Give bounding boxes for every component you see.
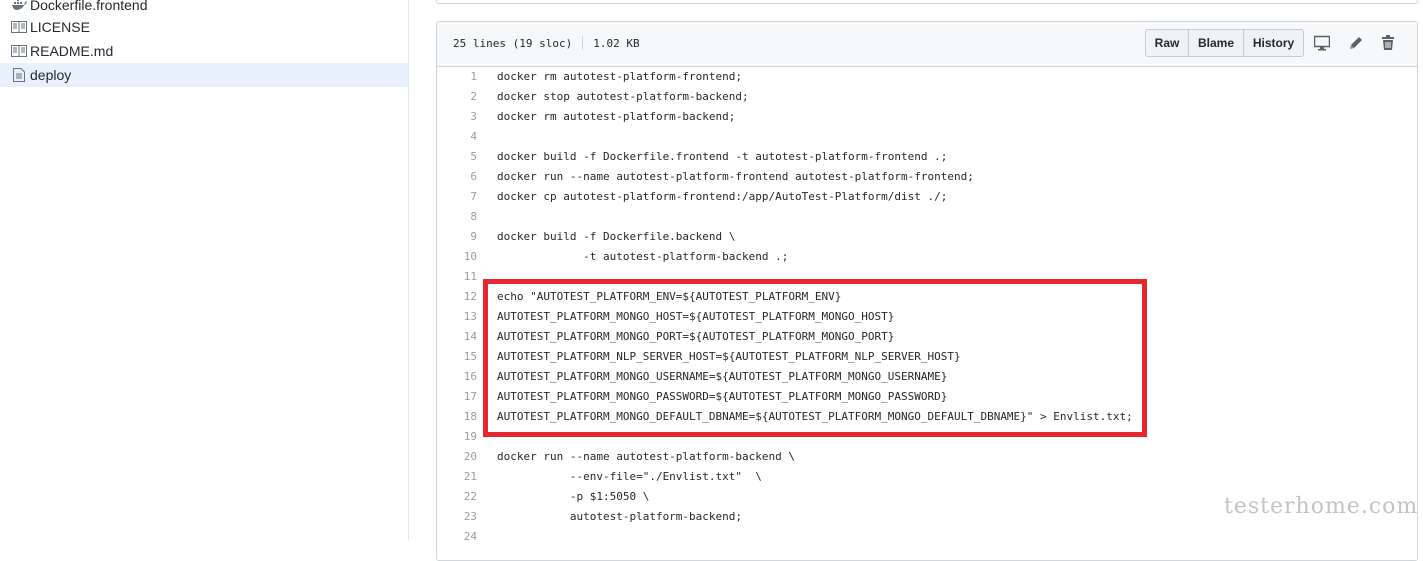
line-number[interactable]: 2: [437, 87, 477, 107]
code-line: 16 AUTOTEST_PLATFORM_MONGO_USERNAME=${AUT…: [437, 367, 1417, 387]
line-number[interactable]: 15: [437, 347, 477, 367]
line-number[interactable]: 6: [437, 167, 477, 187]
line-number[interactable]: 13: [437, 307, 477, 327]
line-number[interactable]: 4: [437, 127, 477, 147]
line-content: AUTOTEST_PLATFORM_NLP_SERVER_HOST=${AUTO…: [497, 350, 961, 363]
file-icon: [11, 68, 27, 82]
line-content: docker build -f Dockerfile.backend \: [497, 230, 736, 243]
line-number[interactable]: 18: [437, 407, 477, 427]
book-icon: [11, 20, 27, 34]
line-number[interactable]: 9: [437, 227, 477, 247]
line-content: docker cp autotest-platform-frontend:/ap…: [497, 190, 948, 203]
code-line: 18 AUTOTEST_PLATFORM_MONGO_DEFAULT_DBNAME…: [437, 407, 1417, 427]
tree-item-label: LICENSE: [30, 19, 90, 35]
file-actions-group: Raw Blame History: [1145, 29, 1304, 57]
line-content: AUTOTEST_PLATFORM_MONGO_PORT=${AUTOTEST_…: [497, 330, 895, 343]
line-number[interactable]: 16: [437, 367, 477, 387]
line-number[interactable]: 3: [437, 107, 477, 127]
line-number[interactable]: 11: [437, 267, 477, 287]
raw-button[interactable]: Raw: [1145, 29, 1189, 57]
code-line: 19: [437, 427, 1417, 447]
code-line: 20 docker run --name autotest-platform-ba…: [437, 447, 1417, 467]
tree-item-label: README.md: [30, 43, 114, 59]
code-line: 24: [437, 527, 1417, 547]
tree-item-deploy[interactable]: deploy: [0, 63, 408, 87]
line-number[interactable]: 8: [437, 207, 477, 227]
line-number[interactable]: 24: [437, 527, 477, 547]
line-number[interactable]: 5: [437, 147, 477, 167]
trash-icon[interactable]: [1381, 35, 1397, 51]
code-line: 4: [437, 127, 1417, 147]
code-line: 1 docker rm autotest-platform-frontend;: [437, 67, 1417, 87]
code-line: 11: [437, 267, 1417, 287]
line-number[interactable]: 12: [437, 287, 477, 307]
line-number[interactable]: 17: [437, 387, 477, 407]
line-number[interactable]: 1: [437, 67, 477, 87]
file-header: 25 lines (19 sloc) 1.02 KB Raw Blame His…: [437, 22, 1417, 67]
line-content: docker rm autotest-platform-backend;: [497, 110, 736, 123]
file-size: 1.02 KB: [593, 36, 640, 50]
line-content: -t autotest-platform-backend .;: [497, 250, 789, 263]
watermark: testerhome.com: [1224, 494, 1419, 519]
code-line: 12 echo "AUTOTEST_PLATFORM_ENV=${AUTOTEST…: [437, 287, 1417, 307]
code-line: 15 AUTOTEST_PLATFORM_NLP_SERVER_HOST=${AU…: [437, 347, 1417, 367]
file-info: 25 lines (19 sloc) 1.02 KB: [453, 36, 640, 50]
line-content: -p $1:5050 \: [497, 490, 650, 503]
line-content: AUTOTEST_PLATFORM_MONGO_USERNAME=${AUTOT…: [497, 370, 948, 383]
line-content: docker run --name autotest-platform-back…: [497, 450, 796, 463]
line-number[interactable]: 14: [437, 327, 477, 347]
file-tree-sidebar: Dockerfile.frontend LICENSE README.md de…: [0, 0, 409, 540]
line-content: AUTOTEST_PLATFORM_MONGO_HOST=${AUTOTEST_…: [497, 310, 895, 323]
tree-item-license[interactable]: LICENSE: [0, 15, 408, 39]
tree-item-label: Dockerfile.frontend: [30, 0, 148, 13]
previous-card-edge: [436, 0, 1418, 4]
desktop-icon[interactable]: [1314, 35, 1330, 51]
pencil-icon[interactable]: [1348, 35, 1364, 51]
file-viewer: 25 lines (19 sloc) 1.02 KB Raw Blame His…: [436, 21, 1418, 561]
line-number[interactable]: 10: [437, 247, 477, 267]
line-number[interactable]: 20: [437, 447, 477, 467]
line-number[interactable]: 21: [437, 467, 477, 487]
code-line: 3 docker rm autotest-platform-backend;: [437, 107, 1417, 127]
tree-item-label: deploy: [30, 67, 72, 83]
line-content: docker rm autotest-platform-frontend;: [497, 70, 743, 83]
line-number[interactable]: 23: [437, 507, 477, 527]
line-number[interactable]: 19: [437, 427, 477, 447]
code-line: 10 -t autotest-platform-backend .;: [437, 247, 1417, 267]
code-line: 14 AUTOTEST_PLATFORM_MONGO_PORT=${AUTOTES…: [437, 327, 1417, 347]
blame-button[interactable]: Blame: [1188, 29, 1244, 57]
line-content: --env-file="./Envlist.txt" \: [497, 470, 762, 483]
code-line: 6 docker run --name autotest-platform-fro…: [437, 167, 1417, 187]
book-icon: [11, 44, 27, 58]
docker-icon: [11, 0, 27, 12]
code-line: 5 docker build -f Dockerfile.frontend -t …: [437, 147, 1417, 167]
line-content: autotest-platform-backend;: [497, 510, 743, 523]
line-number[interactable]: 7: [437, 187, 477, 207]
line-content: AUTOTEST_PLATFORM_MONGO_DEFAULT_DBNAME=$…: [497, 410, 1133, 423]
code-line: 7 docker cp autotest-platform-frontend:/a…: [437, 187, 1417, 207]
code-line: 9 docker build -f Dockerfile.backend \: [437, 227, 1417, 247]
line-content: docker build -f Dockerfile.frontend -t a…: [497, 150, 948, 163]
line-content: AUTOTEST_PLATFORM_MONGO_PASSWORD=${AUTOT…: [497, 390, 948, 403]
file-line-count: 25 lines (19 sloc): [453, 36, 573, 50]
line-content: docker run --name autotest-platform-fron…: [497, 170, 974, 183]
code-line: 17 AUTOTEST_PLATFORM_MONGO_PASSWORD=${AUT…: [437, 387, 1417, 407]
line-content: docker stop autotest-platform-backend;: [497, 90, 749, 103]
code-line: 2 docker stop autotest-platform-backend;: [437, 87, 1417, 107]
code-line: 8: [437, 207, 1417, 227]
divider: [582, 36, 584, 50]
code-line: 21 --env-file="./Envlist.txt" \: [437, 467, 1417, 487]
line-content: echo "AUTOTEST_PLATFORM_ENV=${AUTOTEST_P…: [497, 290, 842, 303]
code-line: 13 AUTOTEST_PLATFORM_MONGO_HOST=${AUTOTES…: [437, 307, 1417, 327]
history-button[interactable]: History: [1243, 29, 1304, 57]
line-number[interactable]: 22: [437, 487, 477, 507]
tree-item-readme[interactable]: README.md: [0, 39, 408, 63]
